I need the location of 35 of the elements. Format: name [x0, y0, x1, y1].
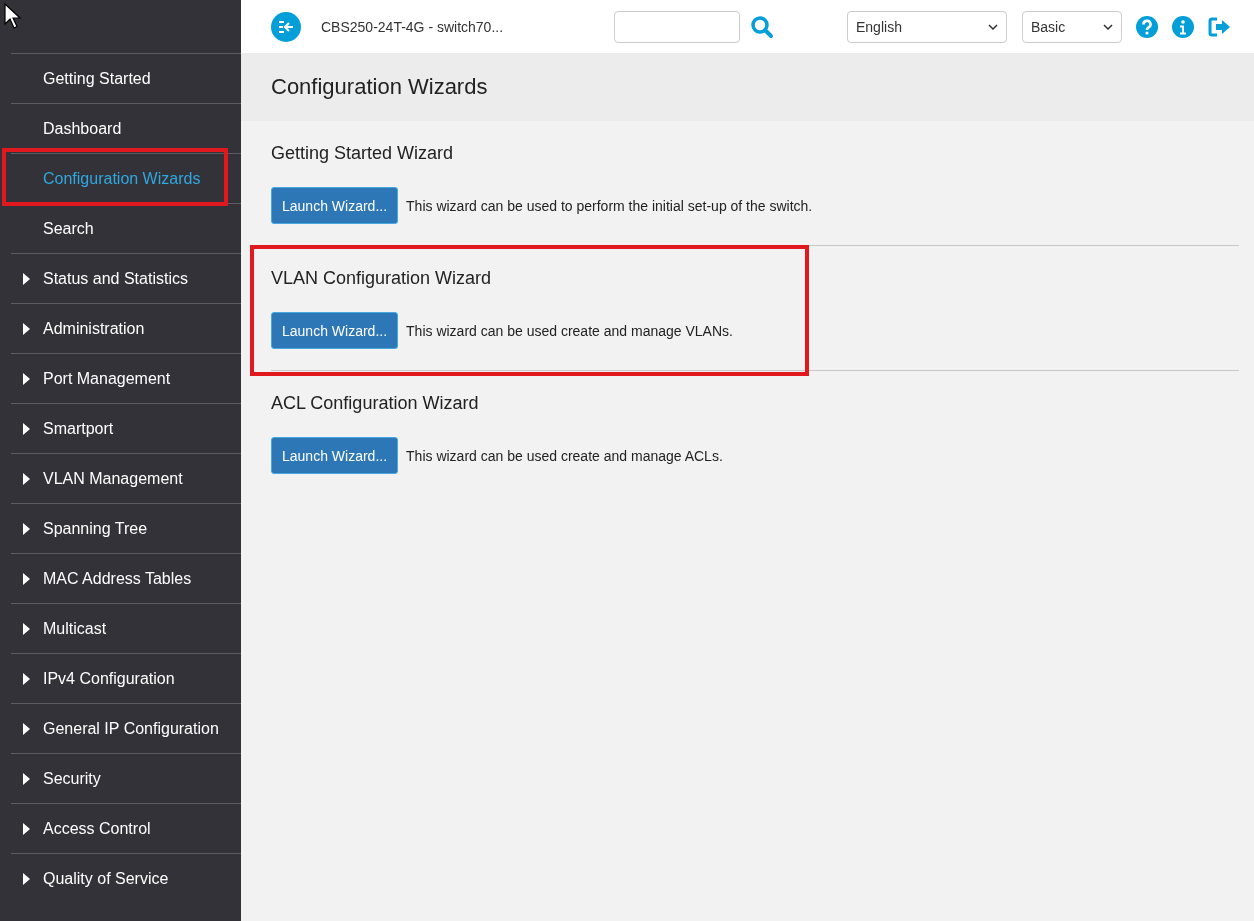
search-icon[interactable]	[750, 14, 774, 39]
launch-wizard-button[interactable]: Launch Wizard...	[271, 187, 399, 224]
wizard-title: Getting Started Wizard	[271, 143, 455, 164]
expand-triangle-icon	[23, 773, 30, 785]
language-dropdown[interactable]: English	[847, 10, 1007, 43]
expand-triangle-icon	[23, 323, 30, 335]
mouse-pointer-icon	[4, 3, 22, 29]
expand-triangle-icon	[23, 823, 30, 835]
expand-triangle-icon	[23, 573, 30, 585]
wizard-description: This wizard can be used create and manage ACLs.	[406, 447, 723, 464]
mode-dropdown[interactable]: Basic	[1022, 10, 1122, 43]
wizard-description: This wizard can be used to perform the initial set-up of the switch.	[406, 197, 813, 214]
expand-triangle-icon	[23, 273, 30, 285]
expand-triangle-icon	[23, 373, 30, 385]
expand-triangle-icon	[23, 873, 30, 885]
logout-icon[interactable]	[1208, 15, 1230, 38]
device-name: CBS250-24T-4G - switch70...	[321, 18, 505, 35]
chevron-down-icon	[1103, 23, 1113, 30]
info-icon[interactable]	[1172, 15, 1194, 38]
wizard-title: ACL Configuration Wizard	[271, 393, 480, 414]
expand-triangle-icon	[23, 473, 30, 485]
help-icon[interactable]	[1136, 15, 1158, 38]
expand-triangle-icon	[23, 673, 30, 685]
wizard-description: This wizard can be used create and manage VLANs.	[406, 322, 733, 339]
expand-triangle-icon	[23, 523, 30, 535]
wizard-title: VLAN Configuration Wizard	[271, 268, 493, 289]
collapse-menu-icon[interactable]	[271, 11, 301, 42]
expand-triangle-icon	[23, 623, 30, 635]
search-field[interactable]	[614, 10, 740, 43]
expand-triangle-icon	[23, 723, 30, 735]
launch-wizard-button[interactable]: Launch Wizard...	[271, 312, 399, 349]
launch-wizard-button[interactable]: Launch Wizard...	[271, 437, 399, 474]
page-title: Configuration Wizards	[271, 74, 488, 100]
chevron-down-icon	[988, 23, 998, 30]
expand-triangle-icon	[23, 423, 30, 435]
